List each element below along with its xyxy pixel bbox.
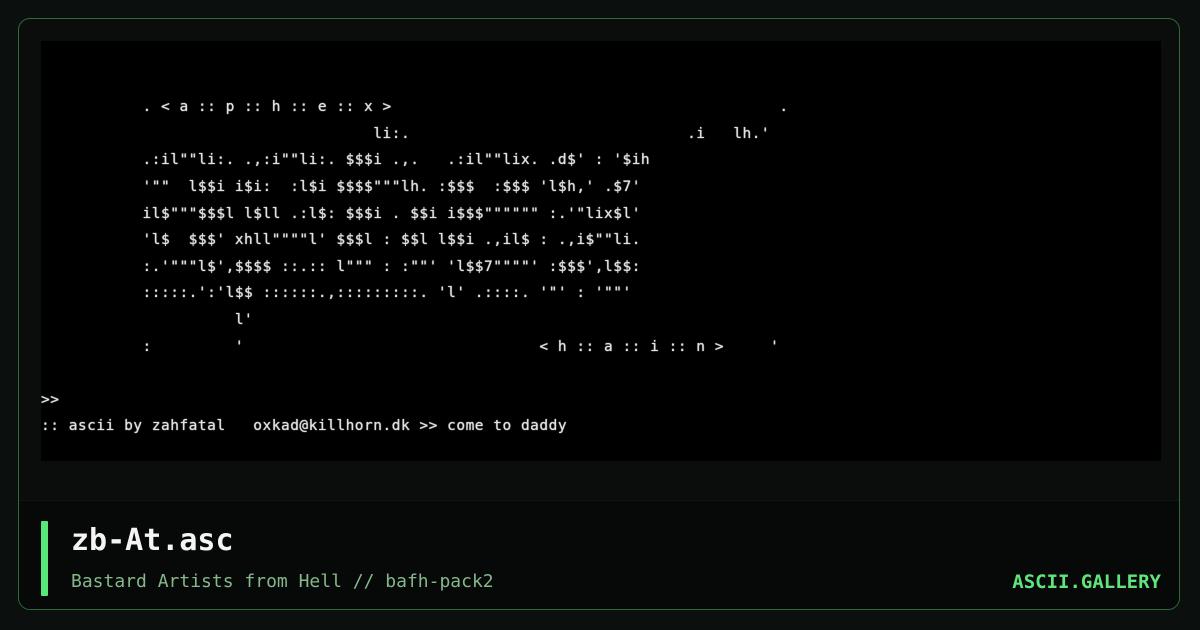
site-brand[interactable]: ASCII.GALLERY: [1012, 571, 1161, 593]
ascii-art: . < a :: p :: h :: e :: x > . li:. .i lh…: [41, 99, 789, 435]
accent-bar: [41, 521, 48, 596]
ascii-art-viewport: . < a :: p :: h :: e :: x > . li:. .i lh…: [41, 41, 1161, 461]
preview-card: . < a :: p :: h :: e :: x > . li:. .i lh…: [18, 18, 1180, 610]
file-title: zb-At.asc: [71, 523, 234, 558]
card-footer: zb-At.asc Bastard Artists from Hell // b…: [19, 500, 1179, 609]
file-subtitle: Bastard Artists from Hell // bafh-pack2: [71, 571, 494, 592]
